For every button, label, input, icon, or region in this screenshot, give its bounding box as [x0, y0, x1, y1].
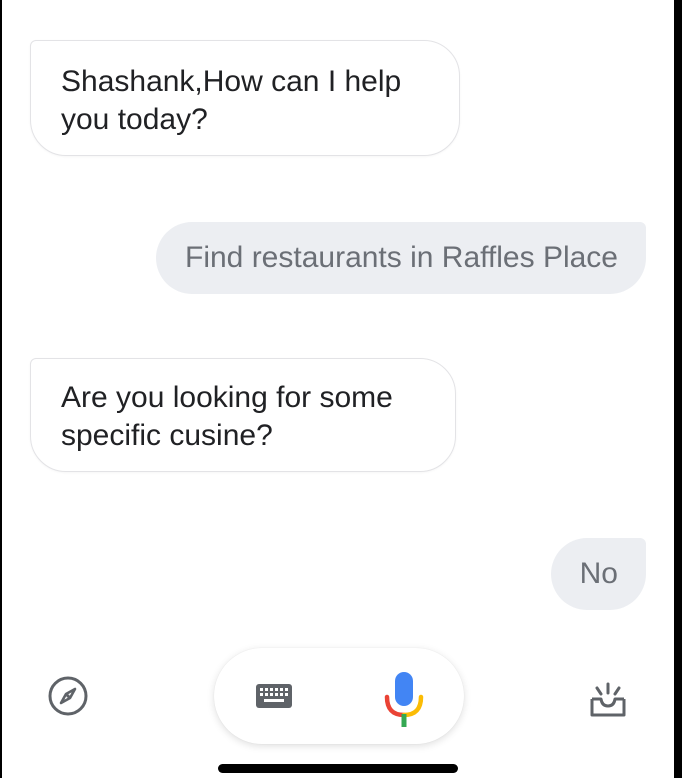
snapshot-icon — [590, 682, 626, 717]
user-message: Find restaurants in Raffles Place — [156, 222, 646, 294]
assistant-message: Shashank,How can I help you today? — [30, 40, 460, 156]
input-mode-pill — [214, 648, 464, 744]
microphone-icon — [384, 672, 424, 727]
explore-button[interactable] — [44, 672, 92, 720]
snapshot-button[interactable] — [584, 676, 632, 724]
user-message: No — [550, 538, 646, 610]
user-message-text: Find restaurants in Raffles Place — [185, 241, 618, 274]
user-message-text: No — [579, 557, 618, 590]
keyboard-icon — [256, 684, 292, 708]
bottom-bar — [2, 640, 674, 760]
assistant-screen: Shashank,How can I help you today? Find … — [2, 0, 674, 778]
assistant-message: Are you looking for some specific cusine… — [30, 358, 456, 472]
assistant-message-text: Shashank,How can I help you today? — [61, 65, 402, 136]
keyboard-button[interactable] — [250, 674, 298, 718]
assistant-message-text: Are you looking for some specific cusine… — [61, 381, 393, 452]
compass-icon — [48, 676, 88, 716]
home-indicator[interactable] — [218, 764, 458, 773]
microphone-button[interactable] — [380, 668, 428, 732]
